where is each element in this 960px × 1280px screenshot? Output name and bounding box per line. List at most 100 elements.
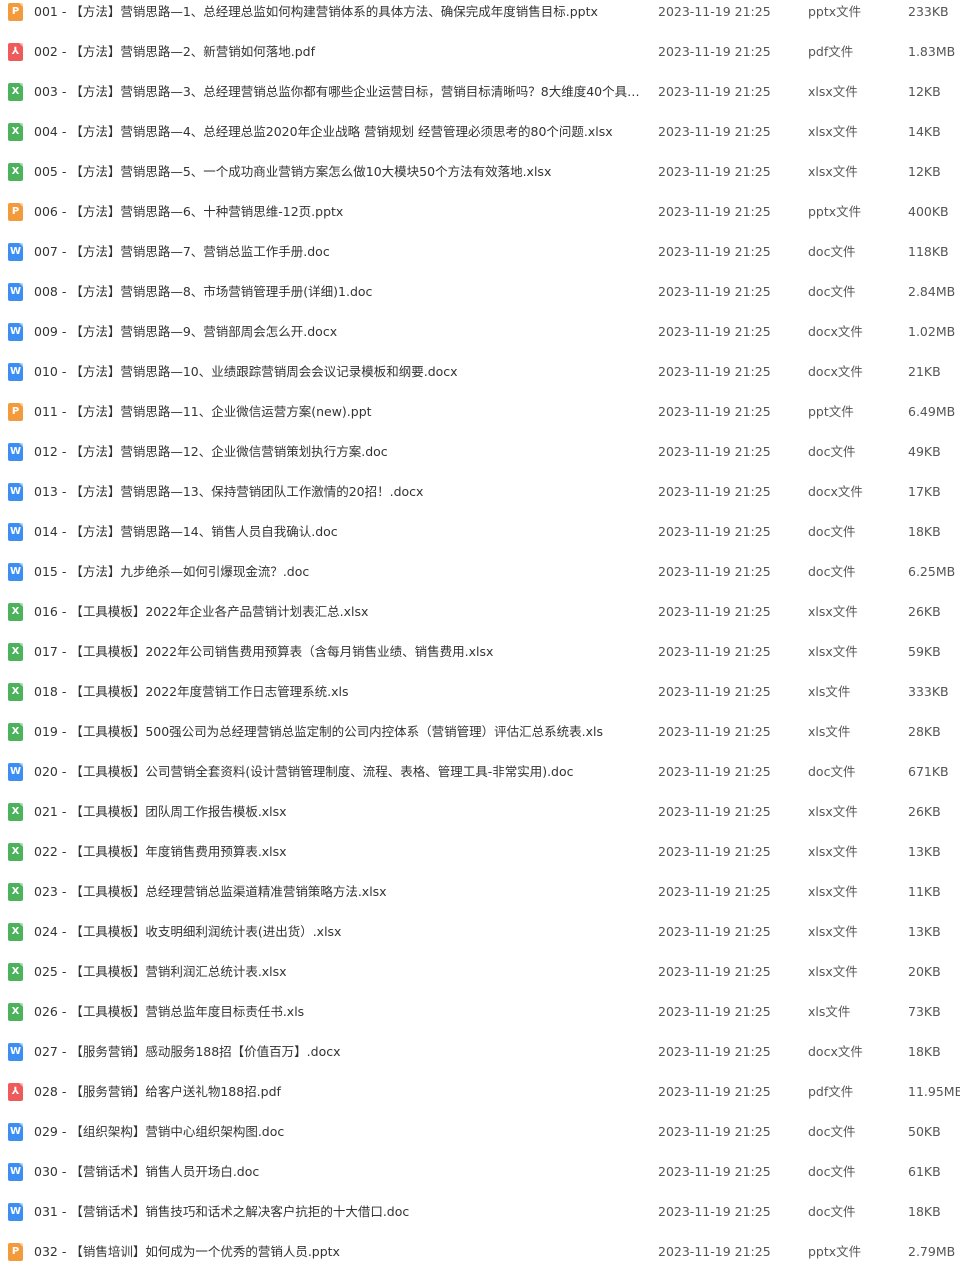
file-date: 2023-11-19 21:25 — [658, 124, 771, 139]
file-name[interactable]: 009 - 【方法】营销思路—9、营销部周会怎么开.docx — [34, 320, 640, 344]
file-name[interactable]: 008 - 【方法】营销思路—8、市场营销管理手册(详细)1.doc — [34, 280, 640, 304]
file-name[interactable]: 016 - 【工具模板】2022年企业各产品营销计划表汇总.xlsx — [34, 600, 640, 624]
file-type: doc文件 — [808, 444, 856, 459]
file-row[interactable]: X 004 - 【方法】营销思路—4、总经理总监2020年企业战略 营销规划 经营… — [0, 120, 960, 160]
file-name[interactable]: 020 - 【工具模板】公司营销全套资料(设计营销管理制度、流程、表格、管理工具… — [34, 760, 640, 784]
file-name[interactable]: 023 - 【工具模板】总经理营销总监渠道精准营销策略方法.xlsx — [34, 880, 640, 904]
file-name[interactable]: 004 - 【方法】营销思路—4、总经理总监2020年企业战略 营销规划 经营管… — [34, 120, 640, 144]
word-file-icon: W — [8, 1163, 23, 1181]
word-file-icon: W — [8, 443, 23, 461]
word-file-icon: W — [8, 283, 23, 301]
file-row[interactable]: X 021 - 【工具模板】团队周工作报告模板.xlsx 2023-11-19 21… — [0, 800, 960, 840]
file-row[interactable]: W 013 - 【方法】营销思路—13、保持营销团队工作激情的20招！.docx 2… — [0, 480, 960, 520]
file-row[interactable]: W 030 - 【营销话术】销售人员开场白.doc 2023-11-19 21:25… — [0, 1160, 960, 1200]
file-name[interactable]: 011 - 【方法】营销思路—11、企业微信运营方案(new).ppt — [34, 400, 640, 424]
file-row[interactable]: X 024 - 【工具模板】收支明细利润统计表(进出货）.xlsx 2023-11-… — [0, 920, 960, 960]
file-type: xlsx文件 — [808, 164, 858, 179]
file-row[interactable]: ⅄ 028 - 【服务营销】给客户送礼物188招.pdf 2023-11-19 21… — [0, 1080, 960, 1120]
file-name[interactable]: 026 - 【工具模板】营销总监年度目标责任书.xls — [34, 1000, 640, 1024]
file-name[interactable]: 021 - 【工具模板】团队周工作报告模板.xlsx — [34, 800, 640, 824]
file-row[interactable]: X 023 - 【工具模板】总经理营销总监渠道精准营销策略方法.xlsx 2023-… — [0, 880, 960, 920]
file-name[interactable]: 005 - 【方法】营销思路—5、一个成功商业营销方案怎么做10大模块50个方法… — [34, 160, 640, 184]
file-name[interactable]: 002 - 【方法】营销思路—2、新营销如何落地.pdf — [34, 40, 640, 64]
file-name[interactable]: 001 - 【方法】营销思路—1、总经理总监如何构建营销体系的具体方法、确保完成… — [34, 0, 640, 24]
file-size: 233KB — [908, 4, 949, 19]
file-row[interactable]: P 032 - 【销售培训】如何成为一个优秀的营销人员.pptx 2023-11-1… — [0, 1240, 960, 1280]
file-type: doc文件 — [808, 764, 856, 779]
file-name[interactable]: 018 - 【工具模板】2022年度营销工作日志管理系统.xls — [34, 680, 640, 704]
file-row[interactable]: W 008 - 【方法】营销思路—8、市场营销管理手册(详细)1.doc 2023-… — [0, 280, 960, 320]
file-type: docx文件 — [808, 484, 863, 499]
file-size: 12KB — [908, 84, 941, 99]
file-size: 11.95MB — [908, 1084, 960, 1099]
file-row[interactable]: P 006 - 【方法】营销思路—6、十种营销思维-12页.pptx 2023-11… — [0, 200, 960, 240]
file-name[interactable]: 010 - 【方法】营销思路—10、业绩跟踪营销周会会议记录模板和纲要.docx — [34, 360, 640, 384]
file-row[interactable]: W 027 - 【服务营销】感动服务188招【价值百万】.docx 2023-11-… — [0, 1040, 960, 1080]
file-row[interactable]: X 017 - 【工具模板】2022年公司销售费用预算表（含每月销售业绩、销售费用… — [0, 640, 960, 680]
file-size: 61KB — [908, 1164, 941, 1179]
file-row[interactable]: X 019 - 【工具模板】500强公司为总经理营销总监定制的公司内控体系（营销管… — [0, 720, 960, 760]
file-row[interactable]: X 005 - 【方法】营销思路—5、一个成功商业营销方案怎么做10大模块50个方… — [0, 160, 960, 200]
excel-file-icon: X — [8, 843, 23, 861]
file-name[interactable]: 027 - 【服务营销】感动服务188招【价值百万】.docx — [34, 1040, 640, 1064]
file-size: 6.25MB — [908, 564, 956, 579]
file-date: 2023-11-19 21:25 — [658, 364, 771, 379]
file-size: 12KB — [908, 164, 941, 179]
file-row[interactable]: W 014 - 【方法】营销思路—14、销售人员自我确认.doc 2023-11-1… — [0, 520, 960, 560]
file-date: 2023-11-19 21:25 — [658, 844, 771, 859]
file-name[interactable]: 028 - 【服务营销】给客户送礼物188招.pdf — [34, 1080, 640, 1104]
file-row[interactable]: P 001 - 【方法】营销思路—1、总经理总监如何构建营销体系的具体方法、确保完… — [0, 0, 960, 40]
file-row[interactable]: W 031 - 【营销话术】销售技巧和话术之解决客户抗拒的十大借口.doc 2023… — [0, 1200, 960, 1240]
file-date: 2023-11-19 21:25 — [658, 1044, 771, 1059]
file-row[interactable]: W 015 - 【方法】九步绝杀—如何引爆现金流？.doc 2023-11-19 2… — [0, 560, 960, 600]
pdf-file-icon: ⅄ — [8, 43, 23, 61]
file-row[interactable]: X 003 - 【方法】营销思路—3、总经理营销总监你都有哪些企业运营目标，营销目… — [0, 80, 960, 120]
file-name[interactable]: 015 - 【方法】九步绝杀—如何引爆现金流？.doc — [34, 560, 640, 584]
file-type: xlsx文件 — [808, 884, 858, 899]
file-type: xlsx文件 — [808, 844, 858, 859]
file-name[interactable]: 024 - 【工具模板】收支明细利润统计表(进出货）.xlsx — [34, 920, 640, 944]
file-row[interactable]: W 012 - 【方法】营销思路—12、企业微信营销策划执行方案.doc 2023-… — [0, 440, 960, 480]
file-row[interactable]: W 010 - 【方法】营销思路—10、业绩跟踪营销周会会议记录模板和纲要.doc… — [0, 360, 960, 400]
file-name[interactable]: 007 - 【方法】营销思路—7、营销总监工作手册.doc — [34, 240, 640, 264]
excel-file-icon: X — [8, 603, 23, 621]
file-name[interactable]: 014 - 【方法】营销思路—14、销售人员自我确认.doc — [34, 520, 640, 544]
file-date: 2023-11-19 21:25 — [658, 484, 771, 499]
file-row[interactable]: W 007 - 【方法】营销思路—7、营销总监工作手册.doc 2023-11-19… — [0, 240, 960, 280]
file-name[interactable]: 032 - 【销售培训】如何成为一个优秀的营销人员.pptx — [34, 1240, 640, 1264]
file-row[interactable]: W 009 - 【方法】营销思路—9、营销部周会怎么开.docx 2023-11-1… — [0, 320, 960, 360]
file-size: 11KB — [908, 884, 941, 899]
file-row[interactable]: W 029 - 【组织架构】营销中心组织架构图.doc 2023-11-19 21:… — [0, 1120, 960, 1160]
file-row[interactable]: W 020 - 【工具模板】公司营销全套资料(设计营销管理制度、流程、表格、管理工… — [0, 760, 960, 800]
file-date: 2023-11-19 21:25 — [658, 44, 771, 59]
file-size: 333KB — [908, 684, 949, 699]
file-name[interactable]: 017 - 【工具模板】2022年公司销售费用预算表（含每月销售业绩、销售费用.… — [34, 640, 640, 664]
file-type: xlsx文件 — [808, 964, 858, 979]
file-size: 18KB — [908, 1044, 941, 1059]
file-name[interactable]: 022 - 【工具模板】年度销售费用预算表.xlsx — [34, 840, 640, 864]
file-row[interactable]: X 016 - 【工具模板】2022年企业各产品营销计划表汇总.xlsx 2023-… — [0, 600, 960, 640]
file-row[interactable]: X 025 - 【工具模板】营销利润汇总统计表.xlsx 2023-11-19 21… — [0, 960, 960, 1000]
file-name[interactable]: 012 - 【方法】营销思路—12、企业微信营销策划执行方案.doc — [34, 440, 640, 464]
file-size: 18KB — [908, 1204, 941, 1219]
file-name[interactable]: 029 - 【组织架构】营销中心组织架构图.doc — [34, 1120, 640, 1144]
file-name[interactable]: 025 - 【工具模板】营销利润汇总统计表.xlsx — [34, 960, 640, 984]
file-name[interactable]: 006 - 【方法】营销思路—6、十种营销思维-12页.pptx — [34, 200, 640, 224]
excel-file-icon: X — [8, 163, 23, 181]
file-type: xls文件 — [808, 684, 851, 699]
file-name[interactable]: 003 - 【方法】营销思路—3、总经理营销总监你都有哪些企业运营目标，营销目标… — [34, 80, 640, 104]
file-row[interactable]: X 022 - 【工具模板】年度销售费用预算表.xlsx 2023-11-19 21… — [0, 840, 960, 880]
file-type: doc文件 — [808, 1124, 856, 1139]
file-row[interactable]: X 026 - 【工具模板】营销总监年度目标责任书.xls 2023-11-19 2… — [0, 1000, 960, 1040]
file-row[interactable]: X 018 - 【工具模板】2022年度营销工作日志管理系统.xls 2023-11… — [0, 680, 960, 720]
file-name[interactable]: 030 - 【营销话术】销售人员开场白.doc — [34, 1160, 640, 1184]
file-name[interactable]: 013 - 【方法】营销思路—13、保持营销团队工作激情的20招！.docx — [34, 480, 640, 504]
file-row[interactable]: ⅄ 002 - 【方法】营销思路—2、新营销如何落地.pdf 2023-11-19 … — [0, 40, 960, 80]
file-type: docx文件 — [808, 1044, 863, 1059]
file-name[interactable]: 019 - 【工具模板】500强公司为总经理营销总监定制的公司内控体系（营销管理… — [34, 720, 640, 744]
file-row[interactable]: P 011 - 【方法】营销思路—11、企业微信运营方案(new).ppt 2023… — [0, 400, 960, 440]
file-name[interactable]: 031 - 【营销话术】销售技巧和话术之解决客户抗拒的十大借口.doc — [34, 1200, 640, 1224]
word-file-icon: W — [8, 563, 23, 581]
file-size: 59KB — [908, 644, 941, 659]
file-type: xlsx文件 — [808, 644, 858, 659]
